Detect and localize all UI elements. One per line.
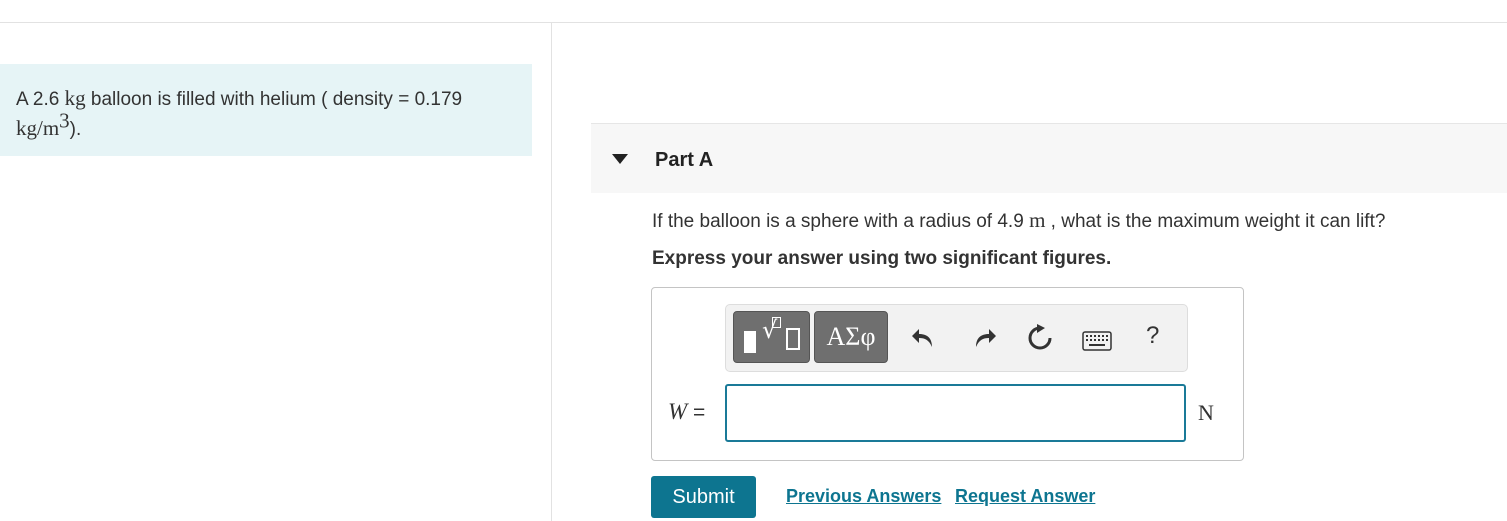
greek-symbols-button[interactable]: ΑΣφ <box>814 311 888 363</box>
keyboard-icon[interactable] <box>1082 331 1112 351</box>
answer-unit: N <box>1198 400 1214 425</box>
redo-icon[interactable] <box>968 323 998 353</box>
part-header[interactable] <box>591 123 1507 193</box>
column-divider <box>551 23 552 521</box>
equals-sign: = <box>687 401 706 424</box>
top-divider <box>0 22 1507 23</box>
templates-button[interactable]: √ <box>733 311 810 363</box>
question-text-a: If the balloon is a sphere with a radius… <box>652 211 1030 232</box>
answer-instruction: Express your answer using two significan… <box>652 248 1112 269</box>
question-text-b: , what is the maximum weight it can lift… <box>1045 211 1386 232</box>
radius-unit: m <box>1029 208 1046 232</box>
undo-icon[interactable] <box>910 323 940 353</box>
collapse-caret-icon[interactable] <box>612 154 628 164</box>
previous-answers-link[interactable]: Previous Answers <box>786 486 941 507</box>
mass-unit: kg <box>64 86 86 110</box>
density-unit: kg/m <box>16 116 60 140</box>
answer-input[interactable] <box>725 384 1186 442</box>
question-text: If the balloon is a sphere with a radius… <box>652 208 1385 233</box>
density-exponent: 3 <box>59 108 70 133</box>
part-title: Part A <box>655 149 714 171</box>
problem-statement: A 2.6 kg balloon is filled with helium (… <box>0 64 532 156</box>
variable-symbol: W <box>668 399 688 424</box>
submit-button[interactable]: Submit <box>651 476 756 518</box>
problem-text-a: A 2.6 <box>16 89 65 110</box>
help-button[interactable]: ? <box>1146 322 1159 350</box>
reset-icon[interactable] <box>1025 323 1055 353</box>
request-answer-link[interactable]: Request Answer <box>955 486 1095 507</box>
problem-text-c: ). <box>69 119 82 140</box>
variable-label: W = <box>668 399 705 425</box>
problem-text-b: balloon is filled with helium ( density … <box>85 89 463 110</box>
